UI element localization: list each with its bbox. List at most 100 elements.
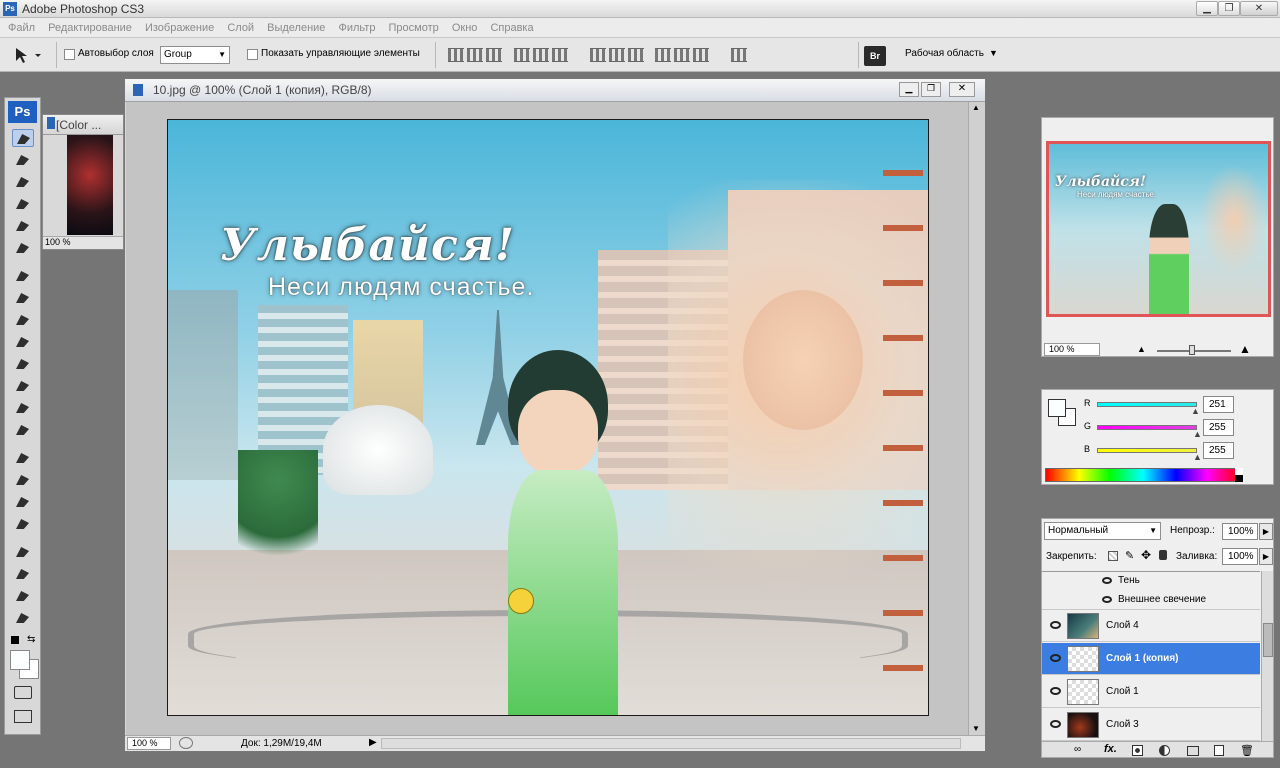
blur-tool-icon[interactable] — [12, 399, 34, 417]
menu-filter[interactable]: Фильтр — [337, 18, 378, 38]
zoom-tool-icon[interactable] — [12, 609, 34, 627]
magic-wand-tool-icon[interactable] — [12, 195, 34, 213]
workspace-label[interactable]: Рабочая область — [905, 48, 984, 59]
lasso-tool-icon[interactable] — [12, 173, 34, 191]
show-controls-checkbox[interactable] — [247, 49, 258, 60]
zoom-out-icon[interactable]: ▲ — [1137, 344, 1146, 354]
adjustment-layer-icon[interactable] — [1159, 745, 1170, 756]
blue-slider[interactable] — [1097, 448, 1197, 453]
status-options-icon[interactable] — [179, 737, 193, 749]
doc-restore-icon[interactable]: ❐ — [921, 82, 941, 97]
document-canvas[interactable]: Улыбайся! Неси людям счастье. — [167, 119, 929, 716]
navigator-zoom-field[interactable]: 100 % — [1044, 343, 1100, 356]
doc-close-icon[interactable]: ✕ — [949, 82, 975, 97]
auto-align-layers-icon[interactable] — [731, 48, 747, 62]
green-slider-thumb-icon[interactable]: ▲ — [1193, 429, 1202, 439]
clone-stamp-tool-icon[interactable] — [12, 311, 34, 329]
scroll-down-icon[interactable]: ▼ — [972, 724, 980, 733]
menu-layer[interactable]: Слой — [225, 18, 256, 38]
menu-select[interactable]: Выделение — [265, 18, 327, 38]
align-left-icon[interactable] — [514, 48, 530, 62]
fill-value-field[interactable]: 100% — [1222, 548, 1258, 565]
effect-visibility-icon[interactable] — [1102, 577, 1112, 584]
menu-image[interactable]: Изображение — [143, 18, 216, 38]
fill-arrow-icon[interactable]: ▶ — [1259, 548, 1273, 565]
navigator-preview[interactable]: Улыбайся! Неси людям счастье. — [1046, 141, 1271, 317]
path-selection-tool-icon[interactable] — [12, 493, 34, 511]
menu-help[interactable]: Справка — [488, 18, 535, 38]
layer-row[interactable]: Слой 1 — [1042, 676, 1260, 708]
default-colors-icon[interactable] — [11, 636, 19, 644]
background-document-titlebar[interactable]: [Color ... — [43, 115, 123, 135]
swap-colors-icon[interactable]: ⇆ — [27, 634, 35, 645]
vertical-scrollbar[interactable]: ▲ ▼ — [968, 102, 985, 737]
shape-tool-icon[interactable] — [12, 515, 34, 533]
distribute-hcenter-icon[interactable] — [674, 48, 690, 62]
align-vcenter-icon[interactable] — [467, 48, 483, 62]
navigator-zoom-thumb[interactable] — [1189, 345, 1195, 355]
autoselect-dropdown[interactable]: Group ▼ — [160, 46, 230, 64]
distribute-vcenter-icon[interactable] — [609, 48, 625, 62]
brush-tool-icon[interactable] — [12, 289, 34, 307]
distribute-bottom-icon[interactable] — [628, 48, 644, 62]
color-spectrum-bar[interactable] — [1045, 468, 1241, 482]
layer-row-selected[interactable]: Слой 1 (копия) — [1042, 643, 1260, 675]
eraser-tool-icon[interactable] — [12, 355, 34, 373]
healing-brush-tool-icon[interactable] — [12, 267, 34, 285]
menu-view[interactable]: Просмотр — [387, 18, 441, 38]
blend-mode-dropdown[interactable]: Нормальный ▼ — [1044, 522, 1161, 540]
layer-visibility-eye-icon[interactable] — [1050, 654, 1061, 662]
blue-value-field[interactable]: 255 — [1203, 442, 1234, 459]
background-document-zoom[interactable]: 100 % — [45, 237, 71, 247]
quick-mask-icon[interactable] — [14, 686, 32, 699]
add-mask-icon[interactable] — [1132, 745, 1143, 756]
layer-visibility-eye-icon[interactable] — [1050, 621, 1061, 629]
link-layers-icon[interactable]: ∞ — [1074, 744, 1081, 755]
menu-file[interactable]: Файл — [6, 18, 37, 38]
align-top-icon[interactable] — [448, 48, 464, 62]
effect-visibility-icon[interactable] — [1102, 596, 1112, 603]
delete-layer-icon[interactable]: 🗑 — [1240, 744, 1254, 757]
close-window-icon[interactable]: ✕ — [1240, 1, 1278, 16]
status-menu-arrow-icon[interactable]: ▶ — [369, 737, 377, 748]
red-value-field[interactable]: 251 — [1203, 396, 1234, 413]
minimize-window-icon[interactable]: ▁ — [1196, 1, 1218, 16]
menu-window[interactable]: Окно — [450, 18, 480, 38]
horizontal-scrollbar[interactable] — [381, 738, 961, 749]
document-titlebar[interactable]: 10.jpg @ 100% (Слой 1 (копия), RGB/8) ▁ … — [125, 79, 985, 102]
distribute-right-icon[interactable] — [693, 48, 709, 62]
lock-pixels-icon[interactable]: ✎ — [1125, 549, 1134, 562]
eyedropper-tool-icon[interactable] — [12, 565, 34, 583]
green-slider[interactable] — [1097, 425, 1197, 430]
blue-slider-thumb-icon[interactable]: ▲ — [1193, 452, 1202, 462]
distribute-top-icon[interactable] — [590, 48, 606, 62]
move-tool-preset-icon[interactable] — [14, 46, 41, 64]
layer-row[interactable]: Слой 4 — [1042, 610, 1260, 642]
layers-scrollbar[interactable] — [1261, 571, 1273, 741]
zoom-field[interactable]: 100 % — [127, 737, 171, 750]
background-document-window[interactable]: [Color ... 100 % — [42, 114, 124, 250]
canvas-area[interactable]: Улыбайся! Неси людям счастье. — [126, 102, 968, 737]
effect-row-outer-glow[interactable]: Внешнее свечение — [1042, 591, 1260, 610]
layer-visibility-eye-icon[interactable] — [1050, 687, 1061, 695]
dodge-tool-icon[interactable] — [12, 421, 34, 439]
marquee-tool-icon[interactable] — [12, 151, 34, 169]
menu-edit[interactable]: Редактирование — [46, 18, 134, 38]
gradient-tool-icon[interactable] — [12, 377, 34, 395]
align-hcenter-icon[interactable] — [533, 48, 549, 62]
black-white-swatch[interactable] — [1235, 468, 1243, 482]
lock-transparency-icon[interactable] — [1108, 551, 1118, 561]
distribute-left-icon[interactable] — [655, 48, 671, 62]
opacity-arrow-icon[interactable]: ▶ — [1259, 523, 1273, 540]
opacity-value-field[interactable]: 100% — [1222, 523, 1258, 540]
type-tool-icon[interactable] — [12, 471, 34, 489]
workspace-chevron-down-icon[interactable]: ▼ — [989, 48, 998, 58]
screen-mode-icon[interactable] — [14, 710, 32, 723]
restore-window-icon[interactable]: ❐ — [1218, 1, 1240, 16]
foreground-color-swatch[interactable] — [1048, 399, 1066, 417]
layer-row[interactable]: Слой 3 — [1042, 709, 1260, 741]
zoom-in-icon[interactable]: ▲ — [1239, 342, 1251, 356]
crop-tool-icon[interactable] — [12, 217, 34, 235]
bridge-button[interactable]: Br — [864, 46, 886, 66]
align-right-icon[interactable] — [552, 48, 568, 62]
